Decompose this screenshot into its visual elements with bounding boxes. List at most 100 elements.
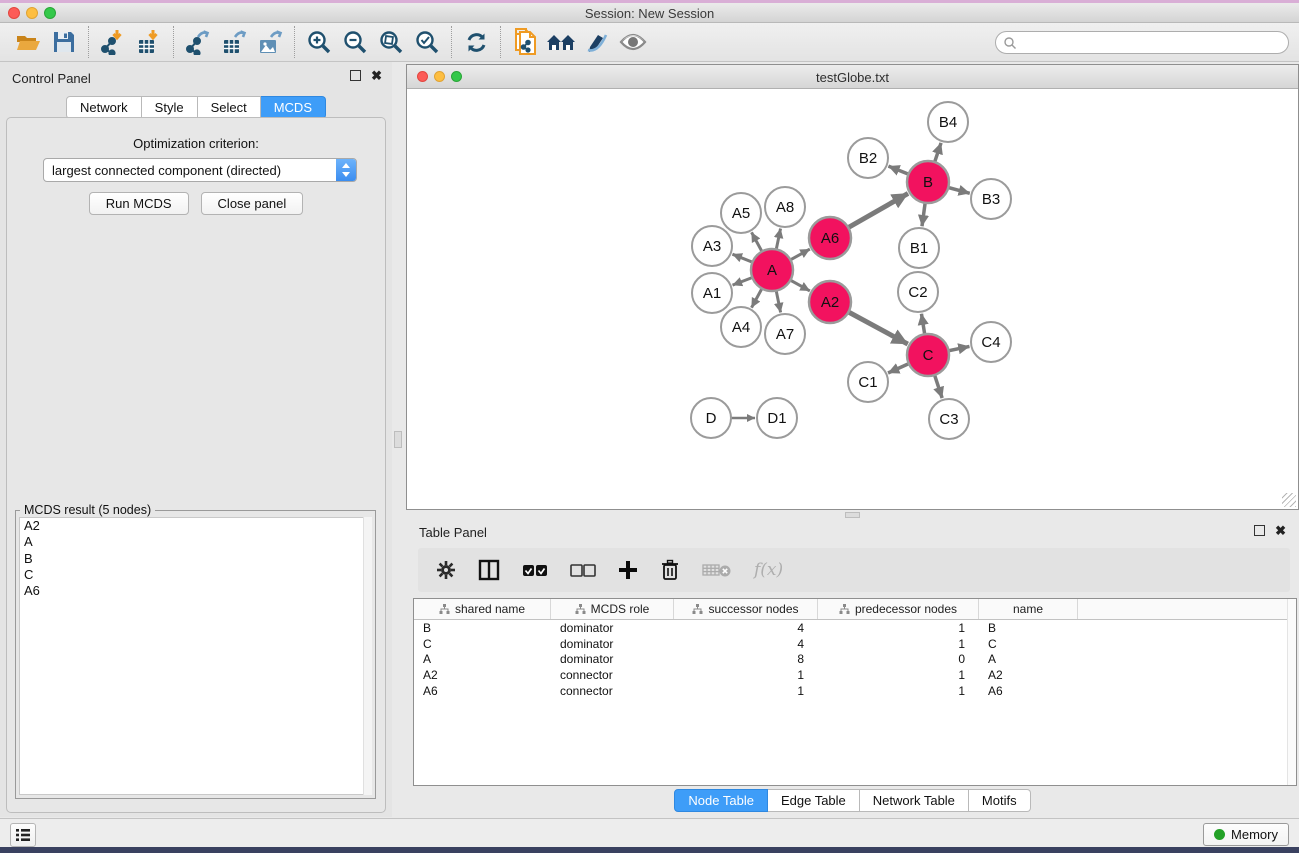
delete-column-icon[interactable]: [660, 559, 680, 581]
clear-selection-icon[interactable]: [570, 564, 596, 577]
node-D[interactable]: D: [691, 398, 731, 438]
node-A2[interactable]: A2: [809, 281, 851, 323]
export-table-button[interactable]: [216, 26, 252, 58]
mcds-result-item[interactable]: B: [20, 551, 371, 567]
task-history-button[interactable]: [10, 823, 36, 847]
cell-predecessor-nodes[interactable]: 1: [818, 684, 979, 698]
tab-select[interactable]: Select: [198, 96, 261, 119]
cell-successor-nodes[interactable]: 1: [674, 684, 818, 698]
tab-style[interactable]: Style: [142, 96, 198, 119]
cell-shared-name[interactable]: C: [414, 637, 551, 651]
birds-eye-view-button[interactable]: [615, 26, 651, 58]
select-all-icon[interactable]: [522, 564, 548, 577]
cell-successor-nodes[interactable]: 1: [674, 668, 818, 682]
table-row[interactable]: A2connector11A2: [414, 667, 1296, 683]
cell-predecessor-nodes[interactable]: 1: [818, 621, 979, 635]
ndex-button[interactable]: [543, 26, 579, 58]
mcds-result-item[interactable]: C: [20, 567, 371, 583]
node-A6[interactable]: A6: [809, 217, 851, 259]
cell-successor-nodes[interactable]: 4: [674, 637, 818, 651]
node-C4[interactable]: C4: [971, 322, 1011, 362]
cell-shared-name[interactable]: A2: [414, 668, 551, 682]
search-box[interactable]: [995, 31, 1289, 54]
search-input[interactable]: [1017, 34, 1288, 52]
cell-shared-name[interactable]: A6: [414, 684, 551, 698]
table-row[interactable]: Adominator80A: [414, 652, 1296, 668]
gear-icon[interactable]: [436, 560, 456, 580]
column-layout-icon[interactable]: [478, 559, 500, 581]
hide-annotations-button[interactable]: [579, 26, 615, 58]
node-B3[interactable]: B3: [971, 179, 1011, 219]
cell-predecessor-nodes[interactable]: 0: [818, 652, 979, 666]
cell-MCDS-role[interactable]: connector: [551, 684, 674, 698]
run-mcds-button[interactable]: Run MCDS: [89, 192, 189, 215]
column-header-shared-name[interactable]: shared name: [414, 599, 551, 619]
window-resize-grip[interactable]: [1282, 493, 1296, 507]
column-header-predecessor-nodes[interactable]: predecessor nodes: [818, 599, 979, 619]
tab-motifs[interactable]: Motifs: [969, 789, 1031, 812]
cell-successor-nodes[interactable]: 8: [674, 652, 818, 666]
mcds-result-item[interactable]: A2: [20, 518, 371, 534]
mcds-result-item[interactable]: A6: [20, 583, 371, 599]
delete-table-icon[interactable]: [702, 562, 732, 578]
zoom-fit-button[interactable]: [373, 26, 409, 58]
cell-MCDS-role[interactable]: dominator: [551, 637, 674, 651]
network-canvas[interactable]: AA6A2BCA1A3A4A5A7A8B1B2B3B4C1C2C3C4DD1: [408, 90, 1298, 510]
float-panel-icon[interactable]: [350, 70, 361, 81]
node-A3[interactable]: A3: [692, 226, 732, 266]
table-row[interactable]: Cdominator41C: [414, 636, 1296, 652]
new-network-from-file-button[interactable]: [507, 26, 543, 58]
refresh-button[interactable]: [458, 26, 494, 58]
node-D1[interactable]: D1: [757, 398, 797, 438]
table-row[interactable]: A6connector11A6: [414, 683, 1296, 699]
mcds-result-item[interactable]: A: [20, 534, 371, 550]
cell-successor-nodes[interactable]: 4: [674, 621, 818, 635]
node-A8[interactable]: A8: [765, 187, 805, 227]
result-list-scrollbar[interactable]: [363, 517, 372, 795]
node-C2[interactable]: C2: [898, 272, 938, 312]
node-A[interactable]: A: [751, 249, 793, 291]
tab-network-table[interactable]: Network Table: [860, 789, 969, 812]
node-C1[interactable]: C1: [848, 362, 888, 402]
import-network-button[interactable]: [95, 26, 131, 58]
node-C[interactable]: C: [907, 334, 949, 376]
cell-name[interactable]: C: [979, 637, 1078, 651]
cell-MCDS-role[interactable]: dominator: [551, 652, 674, 666]
export-network-button[interactable]: [180, 26, 216, 58]
node-B1[interactable]: B1: [899, 228, 939, 268]
node-A7[interactable]: A7: [765, 314, 805, 354]
node-A1[interactable]: A1: [692, 273, 732, 313]
cell-name[interactable]: A: [979, 652, 1078, 666]
cell-shared-name[interactable]: A: [414, 652, 551, 666]
column-header-name[interactable]: name: [979, 599, 1078, 619]
node-A4[interactable]: A4: [721, 307, 761, 347]
function-builder-icon[interactable]: f(x): [754, 560, 783, 580]
close-panel-icon[interactable]: ✖: [371, 70, 382, 81]
mcds-result-list[interactable]: A2ABCA6: [19, 517, 372, 795]
cell-name[interactable]: B: [979, 621, 1078, 635]
column-header-successor-nodes[interactable]: successor nodes: [674, 599, 818, 619]
node-B2[interactable]: B2: [848, 138, 888, 178]
cell-predecessor-nodes[interactable]: 1: [818, 668, 979, 682]
cell-MCDS-role[interactable]: dominator: [551, 621, 674, 635]
memory-button[interactable]: Memory: [1203, 823, 1289, 846]
tab-network[interactable]: Network: [66, 96, 142, 119]
table-row[interactable]: Bdominator41B: [414, 620, 1296, 636]
import-table-button[interactable]: [131, 26, 167, 58]
node-table[interactable]: shared nameMCDS rolesuccessor nodesprede…: [413, 598, 1297, 786]
column-header-MCDS-role[interactable]: MCDS role: [551, 599, 674, 619]
tab-edge-table[interactable]: Edge Table: [768, 789, 860, 812]
close-panel-button[interactable]: Close panel: [201, 192, 304, 215]
cell-shared-name[interactable]: B: [414, 621, 551, 635]
optimization-criterion-select[interactable]: largest connected component (directed): [43, 158, 357, 182]
close-panel-icon[interactable]: ✖: [1275, 525, 1286, 536]
table-scrollbar[interactable]: [1287, 599, 1296, 785]
zoom-selected-button[interactable]: [409, 26, 445, 58]
network-graph[interactable]: AA6A2BCA1A3A4A5A7A8B1B2B3B4C1C2C3C4DD1: [408, 90, 1298, 510]
zoom-out-button[interactable]: [337, 26, 373, 58]
zoom-in-button[interactable]: [301, 26, 337, 58]
tab-mcds[interactable]: MCDS: [261, 96, 326, 119]
float-panel-icon[interactable]: [1254, 525, 1265, 536]
splitter-grip-vertical[interactable]: [394, 431, 402, 448]
cell-name[interactable]: A2: [979, 668, 1078, 682]
